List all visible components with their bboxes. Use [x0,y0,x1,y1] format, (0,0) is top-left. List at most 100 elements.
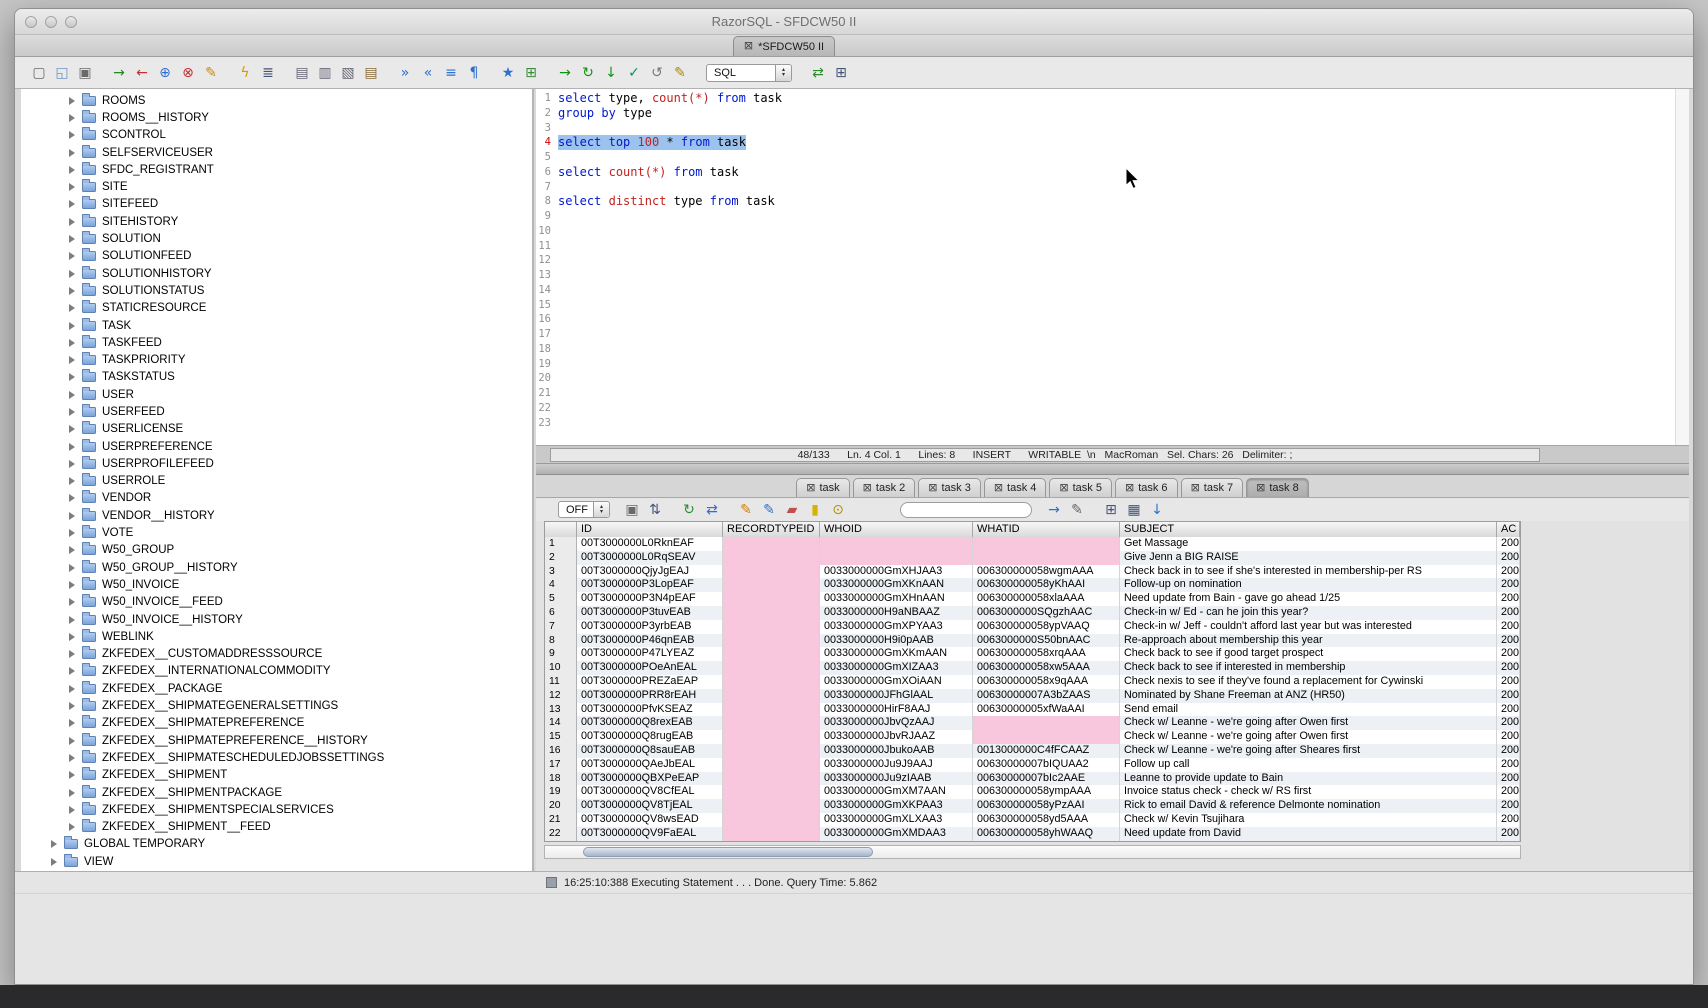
limit-select[interactable]: OFF ▴▾ [558,501,610,518]
execute-lightning-icon[interactable]: ϟ [235,63,255,83]
tree-item[interactable]: VENDOR [21,490,532,507]
table-row[interactable]: 1100T3000000PREZaEAP0033000000GmXOiAAN00… [545,675,1520,689]
tree-item[interactable]: SOLUTION [21,230,532,247]
disclosure-triangle-icon[interactable] [69,200,75,208]
tree-item[interactable]: SOLUTIONSTATUS [21,282,532,299]
favorites-icon[interactable]: ★ [498,63,518,83]
disclosure-triangle-icon[interactable] [69,737,75,745]
tree-item[interactable]: SITEFEED [21,196,532,213]
execute-refresh-icon[interactable]: ↻ [578,63,598,83]
tree-item[interactable]: ZKFEDEX__SHIPMATEPREFERENCE__HISTORY [21,732,532,749]
undo-icon[interactable]: ↺ [647,63,667,83]
table-row[interactable]: 1700T3000000QAeJbEAL0033000000Ju9J9AAJ00… [545,758,1520,772]
tree-item[interactable]: VIEW [21,853,532,870]
disclosure-triangle-icon[interactable] [69,616,75,624]
table-row[interactable]: 1600T3000000Q8sauEAB0033000000JbukoAAB00… [545,744,1520,758]
disclosure-triangle-icon[interactable] [69,512,75,520]
stepper-icon[interactable]: ▴▾ [775,65,791,81]
tree-item[interactable]: W50_INVOICE [21,576,532,593]
execute-icon[interactable]: → [555,63,575,83]
tree-item[interactable]: ZKFEDEX__SHIPMENT [21,767,532,784]
disclosure-triangle-icon[interactable] [69,235,75,243]
disclosure-triangle-icon[interactable] [69,685,75,693]
column-header-whatid[interactable]: WHATID [973,522,1120,537]
disclosure-triangle-icon[interactable] [69,356,75,364]
table-row[interactable]: 900T3000000P47LYEAZ0033000000GmXKmAAN006… [545,647,1520,661]
tree-item[interactable]: VOTE [21,524,532,541]
disclosure-triangle-icon[interactable] [69,304,75,312]
table-row[interactable]: 800T3000000P46qnEAB0033000000H9i0pAAB006… [545,634,1520,648]
disclosure-triangle-icon[interactable] [69,149,75,157]
table-row[interactable]: 2200T3000000QV9FaEAL0033000000GmXMDAA300… [545,827,1520,841]
tree-item[interactable]: SITE [21,178,532,195]
go-icon[interactable]: → [1044,500,1064,520]
tree-item[interactable]: ROOMS [21,92,532,109]
edit-cell-icon[interactable]: ✎ [736,500,756,520]
table-row[interactable]: 700T3000000P3yrbEAB0033000000GmXPYAA3006… [545,620,1520,634]
tree-item[interactable]: USERROLE [21,473,532,490]
tree-item[interactable]: ZKFEDEX__SHIPMATESCHEDULEDJOBSSETTINGS [21,749,532,766]
table-row[interactable]: 1500T3000000Q8rugEAB0033000000JbvRJAAZCh… [545,730,1520,744]
zoom-button[interactable] [65,16,77,28]
disclosure-triangle-icon[interactable] [69,806,75,814]
editor-scrollbar[interactable] [1675,89,1689,445]
tree-item[interactable]: USERLICENSE [21,421,532,438]
close-icon[interactable]: ⊠ [806,483,815,494]
results-tab-task-7[interactable]: ⊠task 7 [1181,478,1244,497]
splitter[interactable] [536,463,1689,475]
tree-item[interactable]: TASKFEED [21,334,532,351]
table-row[interactable]: 1200T3000000PRR8rEAH0033000000JFhGlAAL00… [545,689,1520,703]
disclosure-triangle-icon[interactable] [69,97,75,105]
close-icon[interactable]: ⊠ [1125,483,1134,494]
column-header-rownum[interactable] [545,522,577,537]
database-tree[interactable]: ROOMSROOMS__HISTORYSCONTROLSELFSERVICEUS… [21,89,534,871]
disclosure-triangle-icon[interactable] [69,771,75,779]
tree-item[interactable]: TASKSTATUS [21,369,532,386]
results-tab-task-6[interactable]: ⊠task 6 [1115,478,1178,497]
disclosure-triangle-icon[interactable] [69,754,75,762]
disclosure-triangle-icon[interactable] [69,564,75,572]
close-icon[interactable]: ⊠ [994,483,1003,494]
results-tab-task-4[interactable]: ⊠task 4 [984,478,1047,497]
minimize-button[interactable] [45,16,57,28]
tree-item[interactable]: TASK [21,317,532,334]
results-tab-task-3[interactable]: ⊠task 3 [918,478,981,497]
highlight-icon[interactable]: ▮ [805,500,825,520]
column-header-id[interactable]: ID [577,522,723,537]
table-row[interactable]: 2100T3000000QV8wsEAD0033000000GmXLXAA300… [545,813,1520,827]
tree-item[interactable]: ZKFEDEX__CUSTOMADDRESSSOURCE [21,646,532,663]
tree-item[interactable]: WEBLINK [21,628,532,645]
describe-table-icon[interactable]: ≣ [258,63,278,83]
disclosure-triangle-icon[interactable] [69,114,75,122]
tree-item[interactable]: W50_INVOICE__FEED [21,594,532,611]
table-row[interactable]: 1000T3000000POeAnEAL0033000000GmXIZAA300… [545,661,1520,675]
table-row[interactable]: 1300T3000000PfvKSEAZ0033000000HirF8AAJ00… [545,703,1520,717]
disclosure-triangle-icon[interactable] [69,598,75,606]
disclosure-triangle-icon[interactable] [69,494,75,502]
disclosure-triangle-icon[interactable] [69,322,75,330]
tree-item[interactable]: STATICRESOURCE [21,300,532,317]
tree-item[interactable]: TASKPRIORITY [21,351,532,368]
titlebar[interactable]: RazorSQL - SFDCW50 II [15,9,1693,35]
results-tab-task-8[interactable]: ⊠task 8 [1246,478,1309,497]
tree-item[interactable]: ZKFEDEX__PACKAGE [21,680,532,697]
disclosure-triangle-icon[interactable] [51,858,57,866]
search-input[interactable] [900,502,1032,518]
column-header-subject[interactable]: SUBJECT [1120,522,1497,537]
grid-view-icon[interactable]: ▦ [1124,500,1144,520]
disclosure-triangle-icon[interactable] [69,546,75,554]
tree-item[interactable]: USERPROFILEFEED [21,455,532,472]
open-file-icon[interactable]: ◱ [52,63,72,83]
disclosure-triangle-icon[interactable] [69,650,75,658]
stepper-icon[interactable]: ▴▾ [593,502,609,517]
disclosure-triangle-icon[interactable] [69,477,75,485]
new-connection-icon[interactable]: ⊕ [155,63,175,83]
edit-row-icon[interactable]: ✎ [759,500,779,520]
tree-item[interactable]: W50_INVOICE__HISTORY [21,611,532,628]
auto-commit-icon[interactable]: ⇄ [808,63,828,83]
save-results-icon[interactable]: ▣ [622,500,642,520]
disclosure-triangle-icon[interactable] [69,218,75,226]
results-tab-task-5[interactable]: ⊠task 5 [1049,478,1112,497]
sort-filter-icon[interactable]: ⇅ [645,500,665,520]
disclosure-triangle-icon[interactable] [69,529,75,537]
